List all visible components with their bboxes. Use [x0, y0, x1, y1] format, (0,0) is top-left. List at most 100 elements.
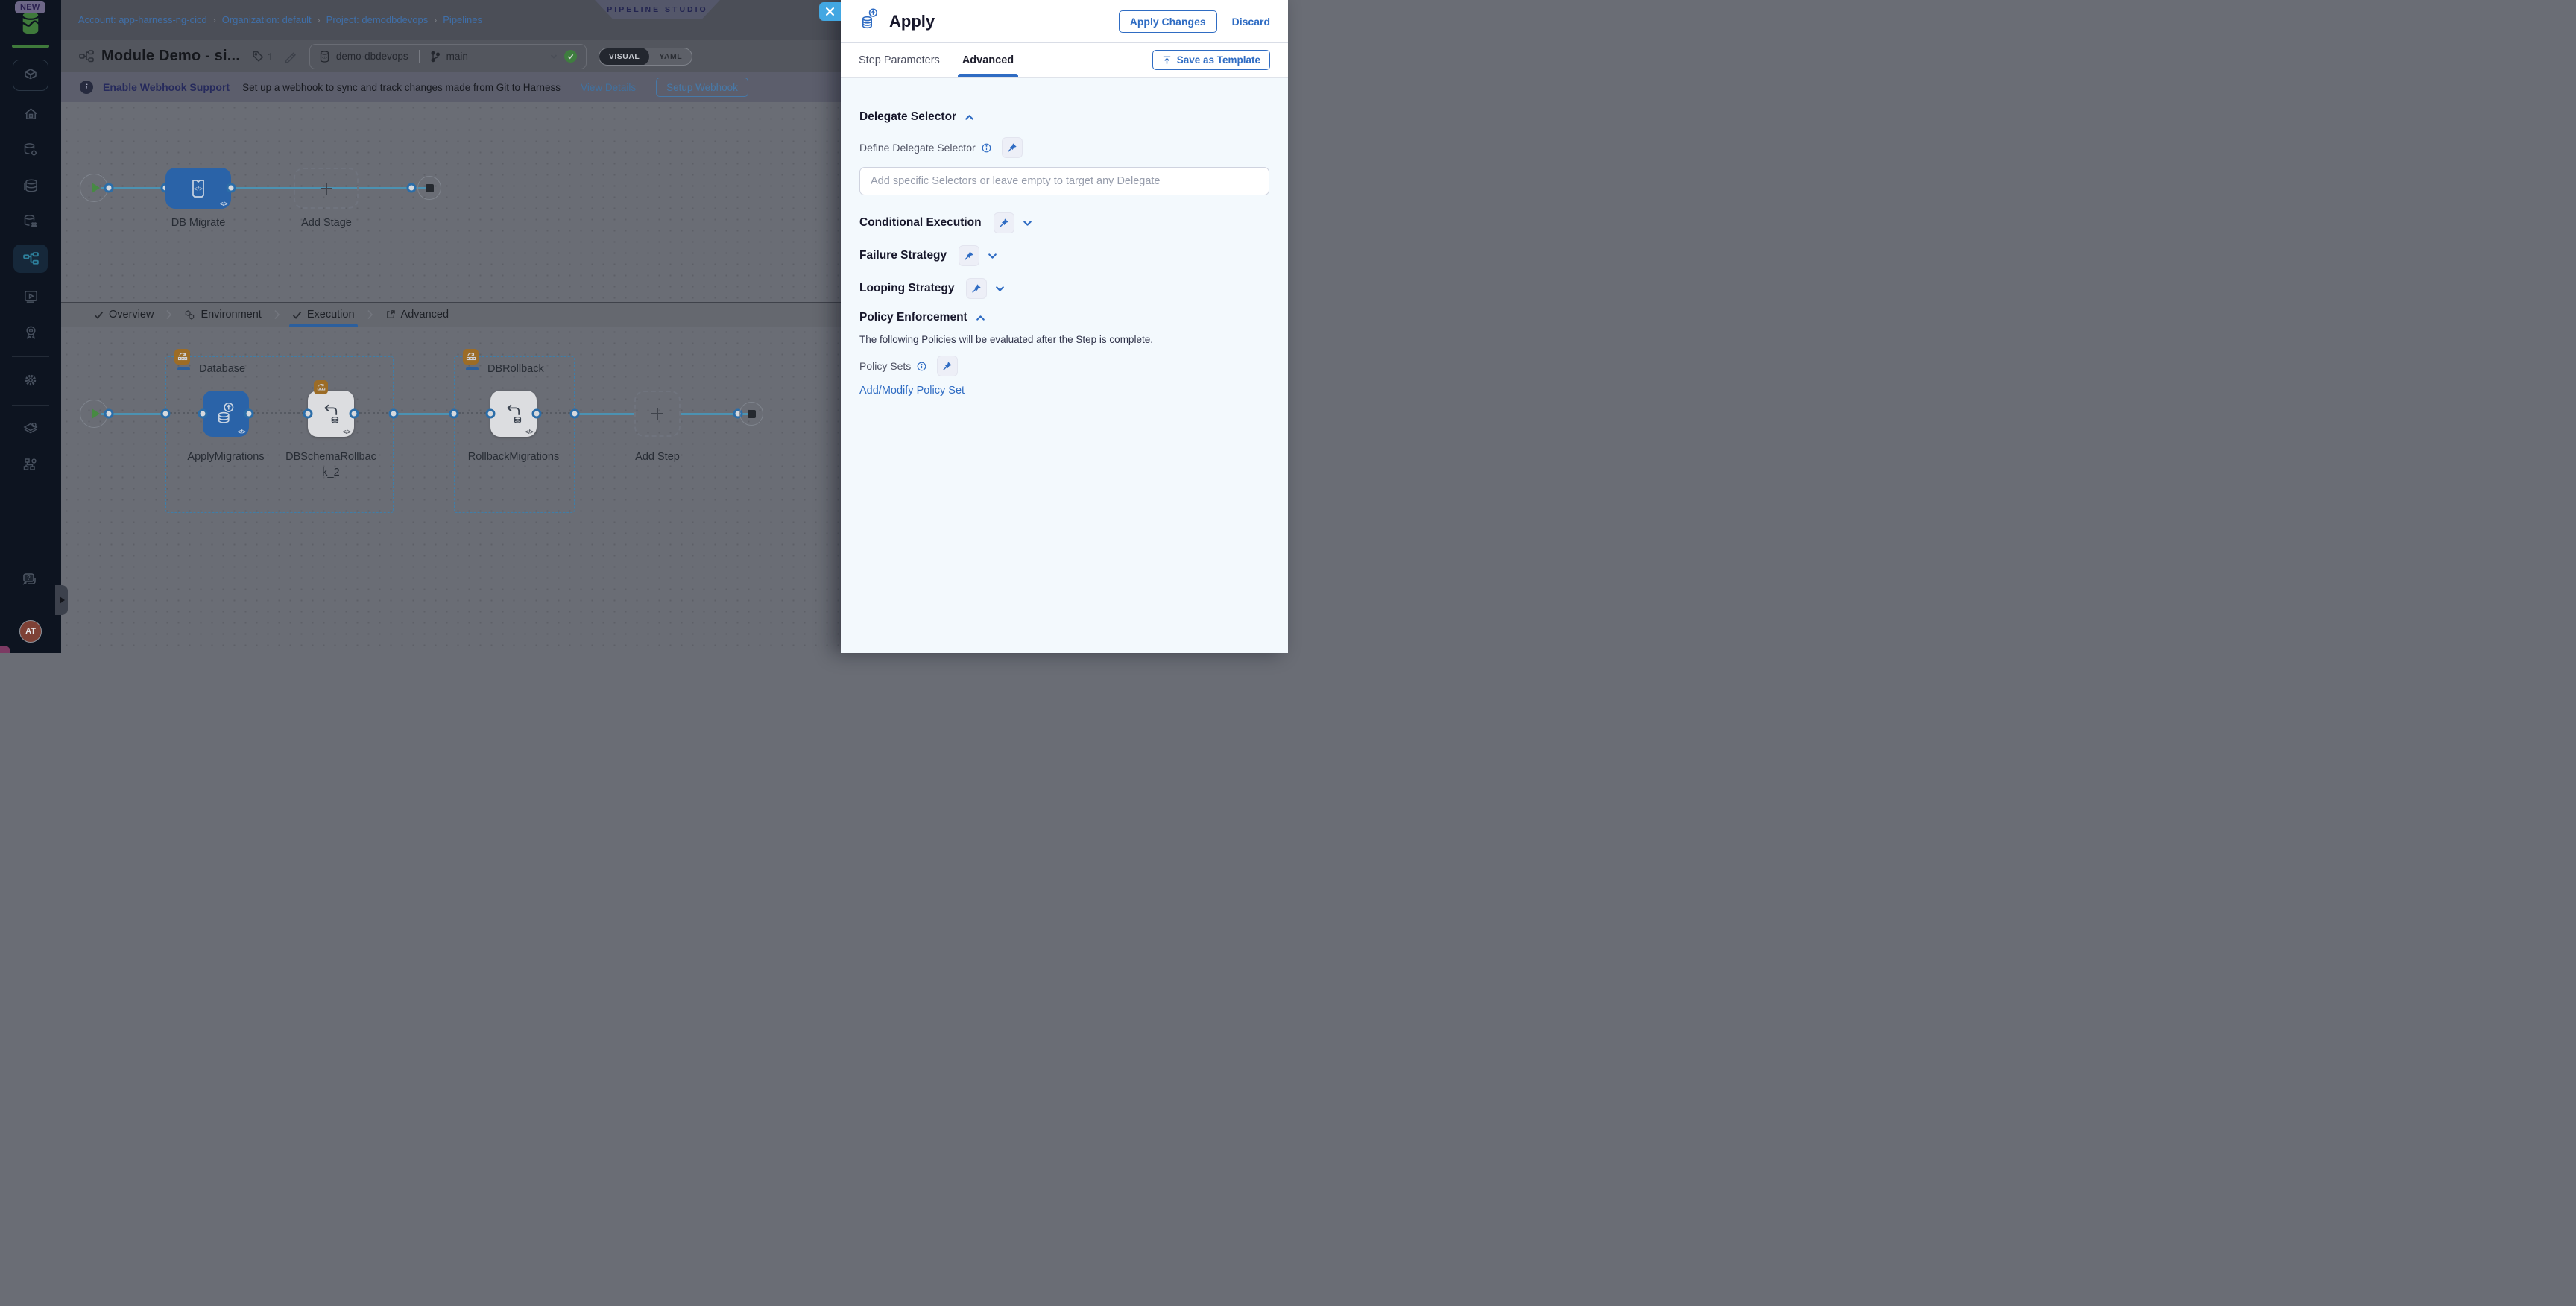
sidebar-item-db-schemas[interactable] — [13, 209, 48, 234]
policy-enforcement-section[interactable]: Policy Enforcement — [859, 311, 1269, 324]
pipeline-end-node — [417, 176, 441, 200]
pin-input-type-button[interactable] — [1001, 137, 1023, 158]
tab-advanced[interactable]: Advanced — [378, 303, 457, 326]
info-icon[interactable] — [982, 143, 991, 153]
breadcrumb-project[interactable]: Project: demodbdevops — [326, 14, 429, 25]
chevron-right-icon — [274, 303, 280, 326]
tab-step-parameters[interactable]: Step Parameters — [859, 43, 940, 77]
add-modify-policy-set-link[interactable]: Add/Modify Policy Set — [859, 385, 965, 397]
info-icon: i — [80, 81, 93, 94]
group-name: Database — [199, 363, 246, 375]
chevron-down-icon[interactable] — [994, 283, 1006, 294]
connector-port — [104, 183, 114, 193]
pipeline-studio-main: Account: app-harness-ng-cicd › Organizat… — [61, 0, 841, 653]
tab-execution[interactable]: Execution — [285, 303, 362, 326]
info-icon[interactable] — [917, 362, 926, 371]
group-header: DBRollback — [466, 363, 544, 375]
chevron-down-icon[interactable] — [987, 250, 998, 262]
delegate-selector-section[interactable]: Delegate Selector — [859, 110, 1269, 124]
field-label: Define Delegate Selector — [859, 142, 976, 154]
environment-icon — [184, 309, 195, 321]
step-label: DBSchemaRollback_2 — [285, 451, 376, 479]
stage-label: DB Migrate — [171, 217, 226, 229]
pin-icon — [1000, 218, 1008, 227]
delegate-selector-input[interactable] — [859, 167, 1269, 195]
module-switcher-icon[interactable] — [13, 60, 48, 91]
pipeline-icon — [78, 48, 95, 65]
sidebar-item-executions[interactable] — [13, 283, 48, 309]
section-title: Conditional Execution — [859, 216, 982, 229]
sidebar-item-settings[interactable] — [13, 367, 48, 393]
advanced-icon — [385, 309, 396, 320]
tab-overview[interactable]: Overview — [86, 303, 161, 326]
failure-strategy-section[interactable]: Failure Strategy — [859, 245, 1269, 266]
sidebar-item-db-configuration[interactable] — [13, 137, 48, 163]
close-drawer-button[interactable] — [819, 2, 841, 21]
module-indicator-bar — [12, 45, 49, 48]
connector-port — [485, 408, 496, 419]
chevron-down-icon[interactable] — [1022, 218, 1033, 229]
step-node-applymigrations[interactable]: </> — [203, 391, 249, 437]
repository-name[interactable]: demo-dbdevops — [336, 51, 408, 62]
step-node-rollbackmigrations[interactable]: </> — [490, 391, 537, 437]
connector-port — [569, 408, 580, 419]
execution-graph-canvas[interactable]: Database DBRollback </> </> </> ApplyMig… — [61, 326, 841, 653]
pin-input-type-button[interactable] — [959, 245, 980, 266]
breadcrumb-pipelines[interactable]: Pipelines — [443, 14, 482, 25]
step-config-drawer: Apply Apply Changes Discard Step Paramet… — [841, 0, 1288, 653]
upload-icon — [1163, 56, 1170, 64]
chevron-up-icon[interactable] — [964, 112, 975, 123]
apply-changes-button[interactable]: Apply Changes — [1118, 10, 1217, 33]
sidebar-item-project-setup[interactable] — [13, 416, 48, 441]
repository-icon: </> — [320, 50, 329, 63]
pipeline-title: Module Demo - si... — [101, 48, 241, 64]
sync-status-check-icon — [564, 50, 577, 63]
toggle-yaml[interactable]: YAML — [649, 48, 692, 65]
setup-webhook-button[interactable]: Setup Webhook — [656, 78, 748, 97]
add-stage-button[interactable] — [294, 168, 359, 209]
pin-input-type-button[interactable] — [993, 212, 1014, 233]
view-details-link[interactable]: View Details — [581, 82, 636, 93]
user-avatar[interactable]: AT — [19, 620, 42, 643]
edit-pipeline-icon[interactable] — [284, 51, 296, 63]
breadcrumb-organization[interactable]: Organization: default — [222, 14, 312, 25]
connector-port — [198, 408, 208, 419]
chevron-up-icon[interactable] — [975, 312, 986, 324]
chevron-down-icon[interactable] — [549, 52, 558, 61]
sidebar-item-db-instances[interactable] — [13, 173, 48, 198]
check-icon — [292, 310, 302, 320]
collapse-group-icon[interactable] — [177, 367, 190, 370]
sidebar-item-home[interactable] — [13, 101, 48, 127]
drawer-title: Apply — [889, 11, 935, 31]
tags-count[interactable]: 1 — [252, 50, 274, 63]
save-as-template-button[interactable]: Save as Template — [1152, 50, 1270, 70]
looping-strategy-section[interactable]: Looping Strategy — [859, 278, 1269, 299]
stage-node-db-migrate[interactable]: </> </> — [165, 168, 231, 209]
discard-button[interactable]: Discard — [1232, 16, 1270, 28]
pin-input-type-button[interactable] — [966, 278, 988, 299]
conditional-execution-section[interactable]: Conditional Execution — [859, 212, 1269, 233]
yaml-snippet-indicator: </> — [525, 429, 534, 435]
step-group-database[interactable]: Database — [165, 356, 394, 513]
toggle-visual[interactable]: VISUAL — [599, 48, 650, 65]
branch-name[interactable]: main — [446, 51, 468, 62]
tab-advanced[interactable]: Advanced — [957, 43, 1019, 77]
add-step-button[interactable] — [634, 391, 681, 437]
sidebar-item-org-setup[interactable] — [13, 452, 48, 477]
sidebar-item-pipelines[interactable] — [13, 245, 48, 273]
pin-icon — [1008, 143, 1017, 152]
breadcrumb-account[interactable]: Account: app-harness-ng-cicd — [78, 14, 207, 25]
sidebar-expand-handle[interactable] — [55, 585, 68, 615]
connector-port — [160, 408, 171, 419]
connector — [575, 413, 634, 415]
tab-environment[interactable]: Environment — [177, 303, 268, 326]
git-branch-icon — [431, 51, 440, 62]
stage-graph-canvas[interactable]: </> </> DB Migrate Add Stage — [61, 102, 841, 302]
step-node-dbschemarollback-2[interactable]: </> — [308, 391, 354, 437]
sidebar-item-certificates[interactable] — [13, 319, 48, 344]
help-chat-icon[interactable]: ? — [21, 572, 40, 593]
collapse-group-icon[interactable] — [466, 367, 479, 370]
chevron-right-icon — [165, 303, 172, 326]
visual-yaml-toggle: VISUAL YAML — [598, 47, 693, 66]
pin-input-type-button[interactable] — [937, 356, 959, 376]
